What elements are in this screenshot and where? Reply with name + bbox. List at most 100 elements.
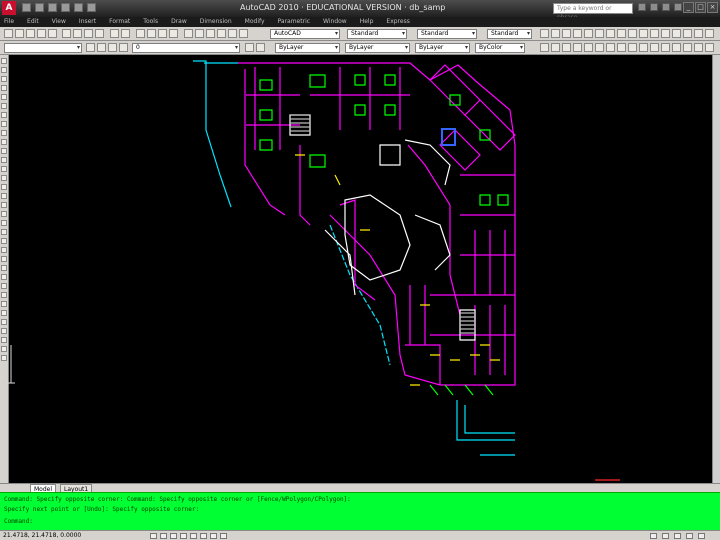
polygon-icon[interactable]: [1, 229, 7, 235]
new-icon[interactable]: [22, 3, 31, 12]
rectangle-icon[interactable]: [1, 238, 7, 244]
layer-dropdown[interactable]: 0: [132, 43, 240, 53]
command-line[interactable]: Command: Specify opposite corner: Comman…: [0, 492, 720, 530]
table-icon[interactable]: [672, 43, 681, 52]
rectangle-icon[interactable]: [562, 43, 571, 52]
array-icon[interactable]: [1, 94, 7, 100]
move-icon[interactable]: [1, 103, 7, 109]
circle-icon[interactable]: [1, 256, 7, 262]
match-properties-icon[interactable]: [95, 29, 104, 38]
new-icon[interactable]: [4, 29, 13, 38]
region-icon[interactable]: [661, 43, 670, 52]
insert-block-icon[interactable]: [1, 292, 7, 298]
layer-delete-icon[interactable]: [639, 29, 648, 38]
layer-walk-icon[interactable]: [617, 29, 626, 38]
layer-previous-icon[interactable]: [551, 29, 560, 38]
preview-icon[interactable]: [48, 29, 57, 38]
circle-icon[interactable]: [584, 43, 593, 52]
menu-help[interactable]: Help: [360, 17, 374, 27]
application-menu-button[interactable]: A: [2, 1, 16, 15]
open-icon[interactable]: [15, 29, 24, 38]
design-center-icon[interactable]: [195, 29, 204, 38]
layer-unisolate-icon[interactable]: [683, 29, 692, 38]
help-icon[interactable]: [674, 3, 682, 11]
linetype-dropdown[interactable]: ByLayer: [345, 43, 410, 53]
hatch-icon[interactable]: [639, 43, 648, 52]
explode-icon[interactable]: [1, 193, 7, 199]
stretch-icon[interactable]: [1, 130, 7, 136]
minimize-button[interactable]: _: [683, 2, 694, 13]
gradient-icon[interactable]: [1, 328, 7, 334]
join-icon[interactable]: [1, 166, 7, 172]
layer-thaw-icon[interactable]: [705, 29, 714, 38]
menu-dimension[interactable]: Dimension: [200, 17, 232, 27]
tool-palettes-icon[interactable]: [206, 29, 215, 38]
polyline-icon[interactable]: [551, 43, 560, 52]
copy-icon[interactable]: [73, 29, 82, 38]
search-icon[interactable]: [638, 3, 646, 11]
revcloud-icon[interactable]: [1, 265, 7, 271]
menu-edit[interactable]: Edit: [27, 17, 39, 27]
lock-icon[interactable]: [119, 43, 128, 52]
command-prompt[interactable]: Command:: [4, 518, 33, 525]
offset-icon[interactable]: [1, 85, 7, 91]
pan-icon[interactable]: [136, 29, 145, 38]
save-icon[interactable]: [48, 3, 57, 12]
paste-icon[interactable]: [84, 29, 93, 38]
workspace-switch-icon[interactable]: [674, 533, 681, 539]
vertical-scrollbar[interactable]: [712, 55, 720, 483]
sheet-set-icon[interactable]: [217, 29, 226, 38]
spline-icon[interactable]: [1, 274, 7, 280]
communication-icon[interactable]: [650, 3, 658, 11]
menu-insert[interactable]: Insert: [79, 17, 96, 27]
layer-previous-icon[interactable]: [256, 43, 265, 52]
fillet-icon[interactable]: [1, 184, 7, 190]
polyline-icon[interactable]: [1, 220, 7, 226]
favorites-icon[interactable]: [662, 3, 670, 11]
layer-translate-icon[interactable]: [672, 29, 681, 38]
lineweight-dropdown[interactable]: ByLayer: [415, 43, 470, 53]
color-dropdown[interactable]: ByLayer: [275, 43, 340, 53]
menu-express[interactable]: Express: [386, 17, 409, 27]
zoom-previous-icon[interactable]: [169, 29, 178, 38]
line-icon[interactable]: [540, 43, 549, 52]
undo-icon[interactable]: [61, 3, 70, 12]
layer-freeze-icon[interactable]: [584, 29, 593, 38]
mirror-icon[interactable]: [1, 76, 7, 82]
chamfer-icon[interactable]: [1, 175, 7, 181]
menu-window[interactable]: Window: [323, 17, 347, 27]
menu-parametric[interactable]: Parametric: [278, 17, 311, 27]
dim-style-dropdown[interactable]: Standard: [417, 29, 477, 39]
save-icon[interactable]: [26, 29, 35, 38]
polar-toggle[interactable]: [180, 533, 187, 539]
plot-icon[interactable]: [37, 29, 46, 38]
layer-isolate-icon[interactable]: [562, 29, 571, 38]
line-icon[interactable]: [1, 202, 7, 208]
dyn-toggle[interactable]: [210, 533, 217, 539]
make-current-icon[interactable]: [245, 43, 254, 52]
region-icon[interactable]: [1, 337, 7, 343]
point-icon[interactable]: [1, 310, 7, 316]
zoom-realtime-icon[interactable]: [147, 29, 156, 38]
undo-icon[interactable]: [110, 29, 119, 38]
insert-icon[interactable]: [694, 43, 703, 52]
copy-icon[interactable]: [1, 67, 7, 73]
lwt-toggle[interactable]: [220, 533, 227, 539]
layer-match-icon[interactable]: [606, 29, 615, 38]
bulb-icon[interactable]: [97, 43, 106, 52]
redo-icon[interactable]: [121, 29, 130, 38]
calculator-icon[interactable]: [239, 29, 248, 38]
mtext-icon[interactable]: [683, 43, 692, 52]
menu-draw[interactable]: Draw: [171, 17, 187, 27]
ortho-toggle[interactable]: [170, 533, 177, 539]
annotation-scale-icon[interactable]: [662, 533, 669, 539]
erase-icon[interactable]: [1, 58, 7, 64]
ellipse-icon[interactable]: [1, 283, 7, 289]
coordinates-display[interactable]: 21.4718, 21.4718, 0.0000: [3, 532, 81, 539]
layer-merge-icon[interactable]: [628, 29, 637, 38]
otrack-toggle[interactable]: [200, 533, 207, 539]
gradient-icon[interactable]: [650, 43, 659, 52]
text-style-dropdown[interactable]: Standard: [347, 29, 407, 39]
workspace-dropdown[interactable]: AutoCAD: [270, 29, 340, 39]
osnap-toggle[interactable]: [190, 533, 197, 539]
